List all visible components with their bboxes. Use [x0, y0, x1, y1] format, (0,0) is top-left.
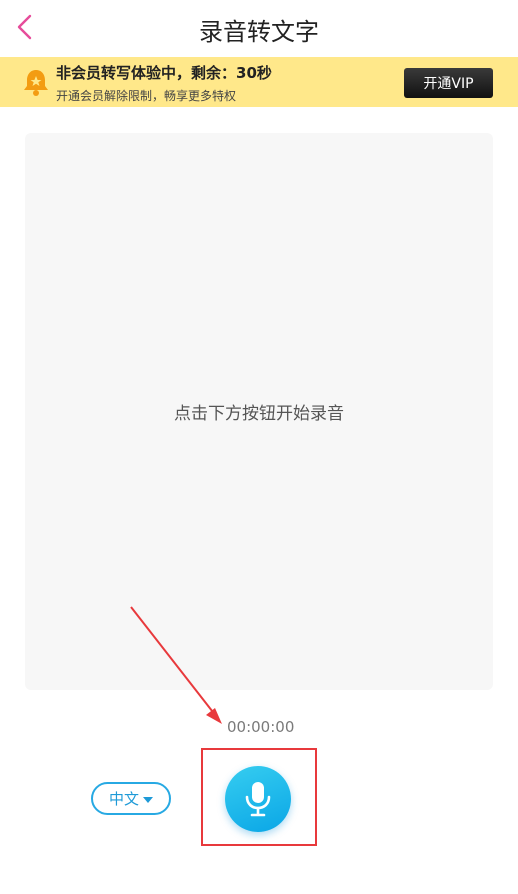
transcript-panel: 点击下方按钮开始录音	[25, 133, 493, 690]
language-label: 中文	[108, 790, 139, 808]
header: 录音转文字	[0, 0, 518, 56]
open-vip-button[interactable]: 开通VIP	[404, 68, 493, 98]
bell-icon	[24, 70, 48, 96]
page-title: 录音转文字	[199, 18, 319, 46]
caret-down-icon	[143, 796, 153, 803]
banner-title: 非会员转写体验中，剩余：30秒	[56, 64, 272, 82]
language-selector[interactable]: 中文	[91, 782, 171, 815]
record-button[interactable]	[225, 766, 291, 832]
start-hint: 点击下方按钮开始录音	[174, 404, 344, 424]
trial-banner: 非会员转写体验中，剩余：30秒 开通会员解除限制，畅享更多特权 开通VIP	[0, 57, 518, 107]
banner-subtitle: 开通会员解除限制，畅享更多特权	[56, 89, 237, 103]
microphone-icon	[245, 782, 271, 817]
timer-text: 00:00:00	[227, 718, 295, 736]
